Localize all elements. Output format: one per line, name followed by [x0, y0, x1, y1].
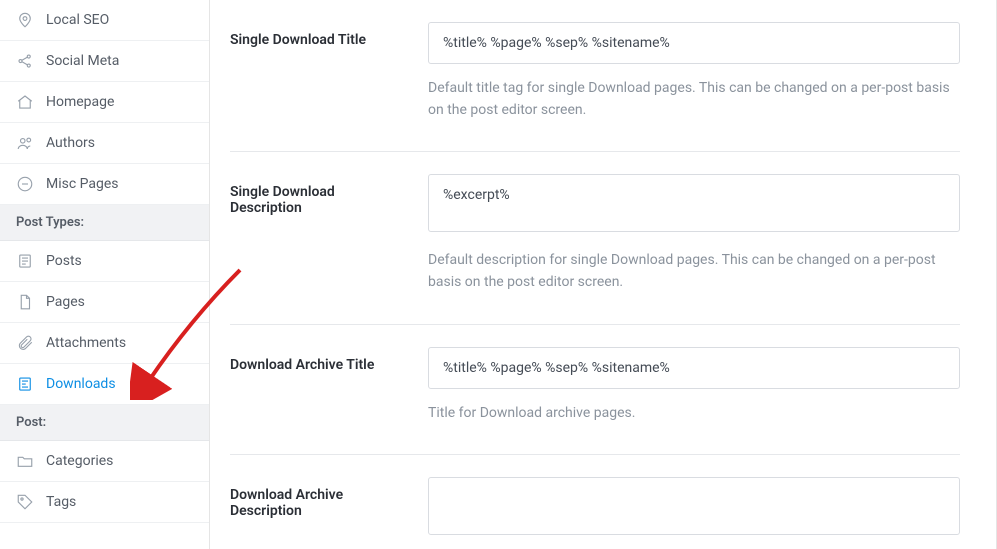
share-icon [16, 52, 34, 70]
field-label: Download Archive Description [230, 477, 400, 549]
paperclip-icon [16, 334, 34, 352]
sidebar-item-label: Social Meta [46, 53, 119, 69]
settings-sidebar: Local SEO Social Meta Homepage Authors M [0, 0, 210, 549]
sidebar-item-label: Posts [46, 253, 82, 269]
users-icon [16, 134, 34, 152]
pin-icon [16, 11, 34, 29]
sidebar-item-social-meta[interactable]: Social Meta [0, 41, 209, 82]
sidebar-item-label: Categories [46, 453, 113, 469]
sidebar-item-misc-pages[interactable]: Misc Pages [0, 164, 209, 205]
sidebar-item-label: Tags [46, 494, 76, 510]
sidebar-header-post: Post: [0, 405, 209, 441]
sidebar-item-label: Downloads [46, 376, 116, 392]
sidebar-item-label: Homepage [46, 94, 114, 110]
tag-icon [16, 493, 34, 511]
field-label: Single Download Title [230, 22, 400, 121]
section-download-archive-description: Download Archive Description Description… [230, 455, 960, 549]
sidebar-item-label: Pages [46, 294, 85, 310]
settings-main: Single Download Title Default title tag … [210, 0, 996, 549]
circle-minus-icon [16, 175, 34, 193]
sidebar-header-post-types: Post Types: [0, 205, 209, 241]
section-download-archive-title: Download Archive Title Title for Downloa… [230, 325, 960, 456]
home-icon [16, 93, 34, 111]
sidebar-item-label: Misc Pages [46, 176, 119, 192]
sidebar-item-label: Authors [46, 135, 95, 151]
sidebar-item-local-seo[interactable]: Local SEO [0, 0, 209, 41]
sidebar-item-tags[interactable]: Tags [0, 482, 209, 523]
sidebar-item-posts[interactable]: Posts [0, 241, 209, 282]
sidebar-item-label: Attachments [46, 335, 126, 351]
download-archive-title-input[interactable] [428, 347, 960, 389]
download-icon [16, 375, 34, 393]
sidebar-item-attachments[interactable]: Attachments [0, 323, 209, 364]
field-help: Title for Download archive pages. [428, 403, 960, 425]
sidebar-item-downloads[interactable]: Downloads [0, 364, 209, 405]
page-icon [16, 293, 34, 311]
sidebar-item-categories[interactable]: Categories [0, 441, 209, 482]
sidebar-item-pages[interactable]: Pages [0, 282, 209, 323]
field-label: Single Download Description [230, 174, 400, 293]
section-single-download-description: Single Download Description %excerpt% De… [230, 152, 960, 324]
download-archive-description-input[interactable] [428, 477, 960, 535]
sidebar-item-label: Local SEO [46, 12, 109, 28]
field-label: Download Archive Title [230, 347, 400, 425]
sidebar-item-authors[interactable]: Authors [0, 123, 209, 164]
field-help: Default description for single Download … [428, 250, 960, 293]
single-download-description-input[interactable]: %excerpt% [428, 174, 960, 232]
section-single-download-title: Single Download Title Default title tag … [230, 0, 960, 152]
post-icon [16, 252, 34, 270]
sidebar-item-homepage[interactable]: Homepage [0, 82, 209, 123]
field-help: Default title tag for single Download pa… [428, 78, 960, 121]
single-download-title-input[interactable] [428, 22, 960, 64]
folder-icon [16, 452, 34, 470]
